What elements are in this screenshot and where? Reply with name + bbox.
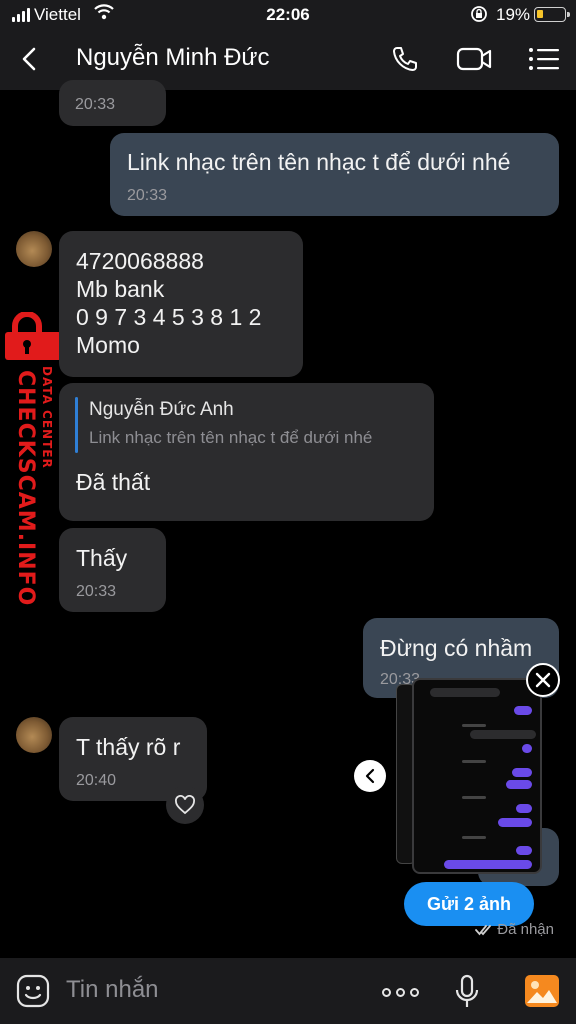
photo-thumbnail[interactable] bbox=[412, 678, 542, 874]
quoted-sender-name: Nguyễn Đức Anh bbox=[89, 399, 234, 420]
message-bubble-reply[interactable]: Nguyễn Đức Anh Link nhạc trên tên nhạc t… bbox=[59, 383, 434, 521]
sticker-icon[interactable] bbox=[16, 974, 50, 1008]
message-bubble-outgoing[interactable]: Link nhạc trên tên nhạc t để dưới nhé 20… bbox=[110, 133, 559, 216]
battery-icon bbox=[534, 7, 570, 22]
phone-icon[interactable] bbox=[390, 44, 420, 74]
composer: Tin nhắn bbox=[0, 958, 576, 1024]
message-bubble-incoming[interactable]: 20:33 bbox=[59, 80, 166, 126]
message-bubble-incoming[interactable]: 4720068888 Mb bank 0 9 7 3 4 5 3 8 1 2 M… bbox=[59, 231, 303, 377]
contact-avatar[interactable] bbox=[16, 717, 52, 753]
heart-icon bbox=[175, 795, 195, 815]
send-photos-button[interactable]: Gửi 2 ảnh bbox=[404, 882, 534, 926]
video-call-icon[interactable] bbox=[456, 46, 492, 72]
battery-percent: 19% bbox=[496, 5, 531, 24]
message-bubble-incoming[interactable]: Thấy 20:33 bbox=[59, 528, 166, 612]
previous-photo-button[interactable] bbox=[354, 760, 386, 792]
message-time: 20:33 bbox=[75, 96, 116, 113]
phone-number: 0 9 7 3 4 5 3 8 1 2 bbox=[76, 304, 262, 330]
message-time: 20:33 bbox=[127, 187, 168, 204]
padlock-logo bbox=[5, 312, 59, 360]
message-text: Đừng có nhầm bbox=[380, 635, 533, 661]
watermark-brand: CHECKSCAM.INFO bbox=[13, 370, 38, 607]
quoted-message-text: Link nhạc trên tên nhạc t để dưới nhé bbox=[89, 428, 373, 447]
rotation-lock-icon bbox=[471, 6, 487, 22]
contact-name[interactable]: Nguyễn Minh Đức bbox=[76, 44, 269, 72]
message-text: Thấy bbox=[76, 545, 128, 571]
message-time: 20:33 bbox=[76, 583, 117, 600]
message-time: 20:40 bbox=[76, 772, 117, 789]
quote-bar bbox=[75, 397, 78, 453]
wallet-name: Momo bbox=[76, 332, 140, 358]
chevron-left-icon bbox=[365, 768, 375, 784]
message-text: T thấy rõ r bbox=[76, 734, 181, 760]
back-icon[interactable] bbox=[14, 44, 44, 74]
gallery-icon[interactable] bbox=[524, 974, 560, 1008]
react-heart-button[interactable] bbox=[166, 786, 204, 824]
microphone-icon[interactable] bbox=[454, 974, 480, 1010]
double-check-icon bbox=[475, 924, 492, 935]
message-text: Đã thất bbox=[76, 469, 151, 495]
close-icon bbox=[535, 672, 551, 688]
bank-name: Mb bank bbox=[76, 276, 165, 302]
watermark: CHECKSCAM.INFO DATA CENTER bbox=[3, 308, 59, 606]
contact-avatar[interactable] bbox=[16, 231, 52, 267]
delivery-status: Đã nhận bbox=[475, 921, 554, 938]
message-text: Link nhạc trên tên nhạc t để dưới nhé bbox=[127, 149, 511, 175]
watermark-tagline: DATA CENTER bbox=[40, 366, 54, 469]
photo-preview[interactable] bbox=[396, 678, 542, 874]
account-number-link[interactable]: 4720068888 bbox=[76, 248, 204, 275]
message-input[interactable]: Tin nhắn bbox=[66, 976, 159, 1004]
clock: 22:06 bbox=[266, 5, 310, 24]
delivery-status-text: Đã nhận bbox=[497, 921, 554, 938]
menu-icon[interactable] bbox=[528, 46, 560, 72]
more-options-button[interactable] bbox=[382, 988, 419, 997]
status-bar: Viettel 22:06 19% bbox=[0, 0, 576, 30]
close-preview-button[interactable] bbox=[526, 663, 560, 697]
